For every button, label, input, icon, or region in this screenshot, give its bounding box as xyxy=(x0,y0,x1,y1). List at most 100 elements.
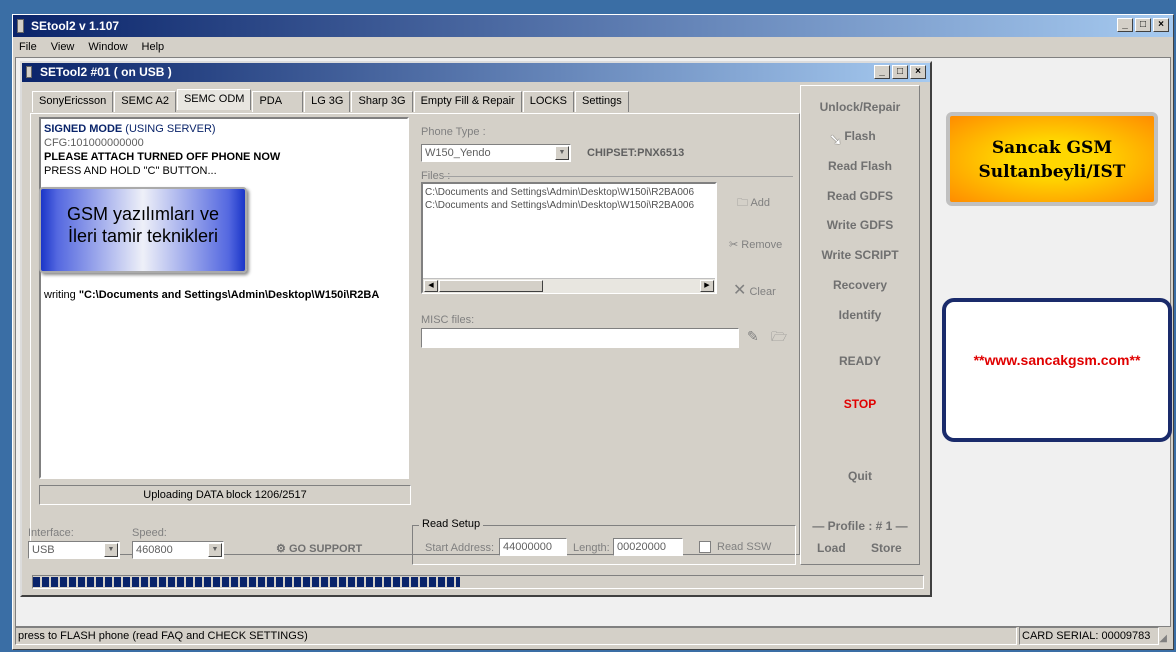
mouse-cursor-icon: ➘ xyxy=(829,132,843,149)
menu-window[interactable]: Window xyxy=(88,37,127,57)
phone-type-label: Phone Type : xyxy=(421,126,486,138)
read-flash-button[interactable]: Read Flash xyxy=(801,159,919,173)
child-minimize-button[interactable]: _ xyxy=(874,65,890,79)
files-hscrollbar[interactable]: ◀ ▶ xyxy=(423,278,715,293)
interface-select[interactable]: USB ▼ xyxy=(28,541,120,559)
card-serial: CARD SERIAL: 00009783 xyxy=(1019,627,1159,645)
chevron-down-icon[interactable]: ▼ xyxy=(555,146,569,160)
unlock-repair-button[interactable]: Unlock/Repair xyxy=(801,100,919,114)
remove-label: Remove xyxy=(741,239,783,251)
log-writing-prefix: writing xyxy=(44,289,79,301)
speed-select[interactable]: 460800 ▼ xyxy=(132,541,224,559)
close-button[interactable]: × xyxy=(1153,18,1169,32)
files-list[interactable]: C:\Documents and Settings\Admin\Desktop\… xyxy=(421,182,717,294)
go-support-button[interactable]: ⚙ GO SUPPORT xyxy=(276,542,362,555)
write-gdfs-button[interactable]: Write GDFS xyxy=(801,218,919,232)
child-title-bar: SETool2 #01 ( on USB ) _ □ × xyxy=(22,63,930,82)
tab-sonyericsson[interactable]: SonyEricsson xyxy=(32,91,114,112)
window-title-bar: SEtool2 v 1.107 _ □ × xyxy=(13,15,1173,37)
scissors-icon: ✂ xyxy=(729,239,739,251)
support-icon: ⚙ xyxy=(276,543,286,555)
recovery-button[interactable]: Recovery xyxy=(801,278,919,292)
interface-label: Interface: xyxy=(28,527,74,539)
menu-bar: File View Window Help xyxy=(13,37,1173,57)
tab-empty-fill-repair[interactable]: Empty Fill & Repair xyxy=(413,91,522,112)
overlay-banner: GSM yazılımları ve İleri tamir teknikler… xyxy=(39,187,247,273)
tab-lg-3g[interactable]: LG 3G xyxy=(304,91,351,112)
upload-status: Uploading DATA block 1206/2517 xyxy=(39,485,411,505)
log-press-hold: PRESS AND HOLD "C" BUTTON... xyxy=(44,165,217,177)
x-icon: ✕ xyxy=(733,282,747,299)
tab-panel: SIGNED MODE (USING SERVER) CFG:101000000… xyxy=(30,113,800,555)
progress-bar xyxy=(32,575,924,589)
remove-button[interactable]: ✂ Remove xyxy=(729,238,782,251)
add-button[interactable]: 🗀 Add xyxy=(737,194,770,213)
ready-status: READY xyxy=(838,354,881,368)
file-item[interactable]: C:\Documents and Settings\Admin\Desktop\… xyxy=(425,199,713,212)
scroll-thumb[interactable] xyxy=(439,280,543,292)
mdi-workspace: SETool2 #01 ( on USB ) _ □ × SonyEricsso… xyxy=(15,57,1172,627)
speed-value: 460800 xyxy=(136,544,173,556)
read-ssw-checkbox[interactable] xyxy=(699,541,711,553)
clear-button[interactable]: ✕ Clear xyxy=(733,280,776,300)
read-ssw-label: Read SSW xyxy=(717,541,772,553)
start-address-input[interactable]: 44000000 xyxy=(499,538,567,556)
tab-sharp-3g[interactable]: Sharp 3G xyxy=(351,91,413,112)
overlay-line1: GSM yazılımları ve xyxy=(66,204,220,224)
tab-strip: SonyEricsson SEMC A2 SEMC ODM PDA LG 3G … xyxy=(32,89,630,112)
child-maximize-button[interactable]: □ xyxy=(892,65,908,79)
load-button[interactable]: Load xyxy=(817,541,846,555)
tab-pda[interactable]: PDA xyxy=(252,91,304,112)
tab-locks[interactable]: LOCKS xyxy=(522,91,575,112)
main-window: SEtool2 v 1.107 _ □ × File View Window H… xyxy=(12,14,1174,650)
status-message: press to FLASH phone (read FAQ and CHECK… xyxy=(15,627,1017,645)
tab-semc-odm[interactable]: SEMC ODM xyxy=(176,89,252,110)
files-divider xyxy=(443,176,793,177)
file-item[interactable]: C:\Documents and Settings\Admin\Desktop\… xyxy=(425,186,713,199)
length-input[interactable]: 00020000 xyxy=(613,538,683,556)
clear-label: Clear xyxy=(749,286,776,298)
ad-logo-line2: Sultanbeyli/IST xyxy=(978,162,1126,182)
app-icon xyxy=(17,19,24,33)
chevron-down-icon[interactable]: ▼ xyxy=(208,543,222,557)
misc-files-input[interactable] xyxy=(421,328,739,348)
speed-label: Speed: xyxy=(132,527,167,539)
menu-file[interactable]: File xyxy=(19,37,37,57)
progress-fill xyxy=(33,577,461,587)
log-writing-path: "C:\Documents and Settings\Admin\Desktop… xyxy=(78,289,380,301)
tab-semc-a2[interactable]: SEMC A2 xyxy=(114,91,176,112)
write-script-button[interactable]: Write SCRIPT xyxy=(801,248,919,262)
chipset-label: CHIPSET:PNX6513 xyxy=(587,147,685,159)
ad-url-box: **www.sancakgsm.com** xyxy=(942,298,1172,442)
resize-grip-icon[interactable]: ◢ xyxy=(1159,633,1167,644)
misc-files-label: MISC files: xyxy=(421,314,475,326)
ad-logo: Sancak GSM Sultanbeyli/IST xyxy=(946,112,1158,206)
overlay-line2: İleri tamir teknikleri xyxy=(67,226,219,246)
child-icon xyxy=(26,66,32,78)
minimize-button[interactable]: _ xyxy=(1117,18,1133,32)
identify-button[interactable]: Identify xyxy=(801,308,919,322)
chevron-down-icon[interactable]: ▼ xyxy=(104,543,118,557)
stop-button[interactable]: STOP xyxy=(801,397,919,411)
store-button[interactable]: Store xyxy=(871,541,902,555)
phone-type-select[interactable]: W150_Yendo ▼ xyxy=(421,144,571,162)
log-signed-mode: SIGNED MODE xyxy=(44,123,123,135)
menu-help[interactable]: Help xyxy=(142,37,165,57)
child-close-button[interactable]: × xyxy=(910,65,926,79)
interface-value: USB xyxy=(32,544,55,556)
pencil-icon[interactable]: ✎ xyxy=(747,328,759,345)
read-gdfs-button[interactable]: Read GDFS xyxy=(801,189,919,203)
log-output[interactable]: SIGNED MODE (USING SERVER) CFG:101000000… xyxy=(39,117,409,479)
add-label: Add xyxy=(750,197,771,209)
maximize-button[interactable]: □ xyxy=(1135,18,1151,32)
read-setup-title: Read Setup xyxy=(419,518,484,530)
menu-view[interactable]: View xyxy=(51,37,75,57)
scroll-left-icon[interactable]: ◀ xyxy=(424,280,438,292)
quit-button[interactable]: Quit xyxy=(801,469,919,483)
flash-button[interactable]: Flash xyxy=(801,129,919,143)
folder-open-icon[interactable]: 🗁 xyxy=(771,328,787,350)
scroll-right-icon[interactable]: ▶ xyxy=(700,280,714,292)
tab-settings[interactable]: Settings xyxy=(575,91,629,112)
start-address-label: Start Address: xyxy=(425,542,495,554)
log-cfg: CFG:101000000000 xyxy=(44,137,144,149)
